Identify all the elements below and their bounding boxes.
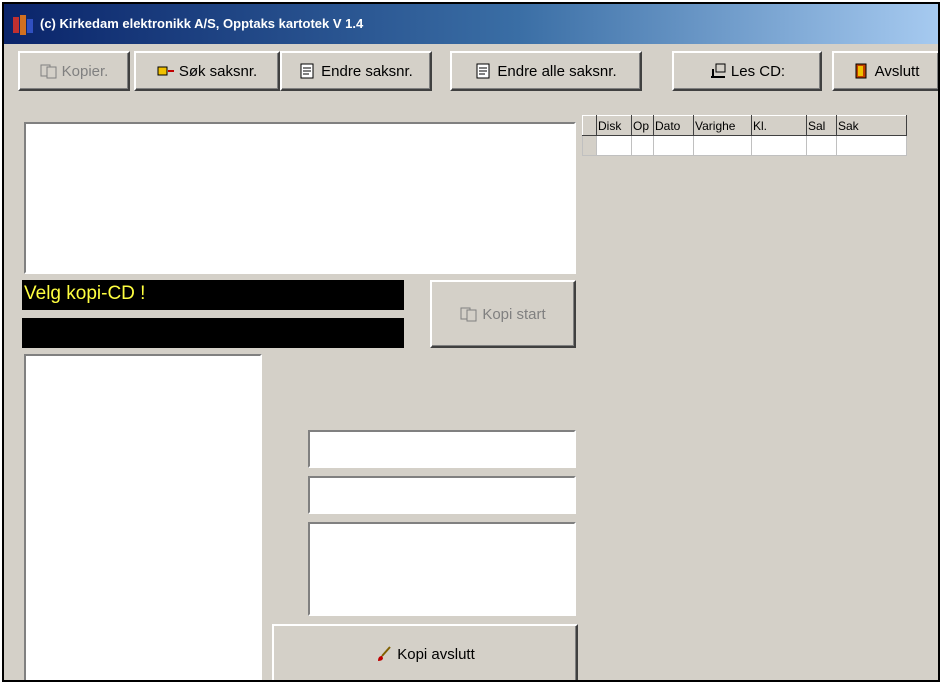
column-header[interactable]: Disk — [596, 115, 632, 136]
kopier-button[interactable]: Kopier. — [18, 51, 130, 91]
copy-icon — [40, 64, 57, 79]
window-title: (c) Kirkedam elektronikk A/S, Opptaks ka… — [40, 16, 364, 31]
kopier-label: Kopier. — [61, 62, 109, 80]
table-header-row: Disk Op Dato Varighe Kl. Sal Sak — [582, 115, 907, 136]
main-window: (c) Kirkedam elektronikk A/S, Opptaks ka… — [2, 2, 940, 682]
exit-door-icon — [855, 63, 867, 79]
avslutt-button[interactable]: Avslutt — [832, 51, 938, 91]
info-text-area[interactable] — [24, 122, 576, 274]
row-selector[interactable] — [582, 135, 597, 156]
kopi-start-button[interactable]: Kopi start — [430, 280, 576, 348]
sok-saksnr-button[interactable]: Søk saksnr. — [134, 51, 280, 91]
les-cd-label: Les CD: — [730, 62, 786, 80]
table-corner — [582, 115, 597, 136]
edit-icon — [300, 63, 314, 79]
les-cd-button[interactable]: Les CD: — [672, 51, 822, 91]
input-field-2[interactable] — [308, 476, 576, 514]
search-icon — [157, 66, 174, 76]
column-header[interactable]: Kl. — [751, 115, 807, 136]
title-bar: (c) Kirkedam elektronikk A/S, Opptaks ka… — [4, 4, 938, 44]
column-header[interactable]: Op — [631, 115, 654, 136]
table-cell[interactable] — [836, 135, 907, 156]
column-header[interactable]: Dato — [653, 115, 694, 136]
column-header[interactable]: Sal — [806, 115, 837, 136]
sok-saksnr-label: Søk saksnr. — [178, 62, 258, 80]
recordings-table[interactable]: Disk Op Dato Varighe Kl. Sal Sak — [582, 115, 907, 156]
edit-icon — [476, 63, 490, 79]
table-cell[interactable] — [653, 135, 694, 156]
kopi-start-label: Kopi start — [482, 305, 546, 323]
endre-saksnr-label: Endre saksnr. — [321, 62, 413, 80]
notes-text-area[interactable] — [308, 522, 576, 616]
column-header[interactable]: Sak — [836, 115, 907, 136]
avslutt-label: Avslutt — [874, 62, 920, 80]
status-secondary — [22, 318, 404, 348]
kopi-avslutt-button[interactable]: Kopi avslutt — [272, 624, 578, 680]
input-field-1[interactable] — [308, 430, 576, 468]
endre-alle-saksnr-button[interactable]: Endre alle saksnr. — [450, 51, 642, 91]
kopi-avslutt-label: Kopi avslutt — [397, 645, 475, 663]
endre-saksnr-button[interactable]: Endre saksnr. — [280, 51, 432, 91]
table-cell[interactable] — [631, 135, 654, 156]
endre-alle-saksnr-label: Endre alle saksnr. — [497, 62, 617, 80]
status-message: Velg kopi-CD ! — [22, 280, 404, 310]
cd-icon — [710, 63, 726, 78]
brush-icon — [378, 646, 391, 661]
copy-icon — [460, 307, 477, 322]
table-row[interactable] — [582, 135, 907, 156]
app-logo-icon — [13, 15, 33, 35]
table-cell[interactable] — [751, 135, 807, 156]
file-list[interactable] — [24, 354, 262, 680]
table-cell[interactable] — [806, 135, 837, 156]
column-header[interactable]: Varighe — [693, 115, 752, 136]
table-cell[interactable] — [596, 135, 632, 156]
table-cell[interactable] — [693, 135, 752, 156]
